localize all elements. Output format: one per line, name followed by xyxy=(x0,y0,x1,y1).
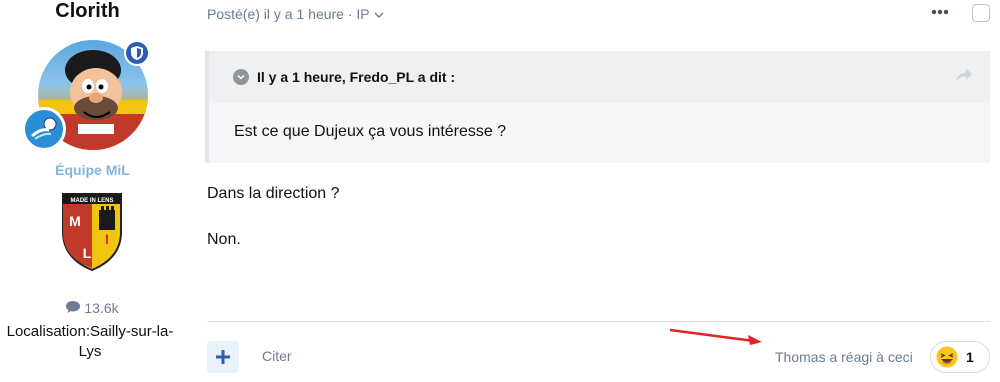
plus-icon xyxy=(216,350,230,364)
post-count-value: 13.6k xyxy=(84,300,119,316)
author-name[interactable]: Clorith xyxy=(0,0,175,23)
svg-text:I: I xyxy=(105,231,109,247)
svg-text:L: L xyxy=(83,245,92,261)
group-name[interactable]: Équipe MiL xyxy=(0,162,185,178)
author-panel: Clorith Équipe MiL MADE IN LENS M I L 13… xyxy=(0,0,200,382)
football-icon xyxy=(22,107,66,151)
post-paragraph: Dans la direction ? xyxy=(207,185,340,202)
author-location: Localisation:Sailly-sur-la-Lys xyxy=(6,323,174,360)
quote-header[interactable]: Il y a 1 heure, Fredo_PL a dit : xyxy=(209,51,990,103)
quote-text: Est ce que Dujeux ça vous intéresse ? xyxy=(234,123,507,140)
comment-icon xyxy=(66,300,81,316)
more-icon[interactable] xyxy=(928,2,952,22)
reaction-count: 1 xyxy=(966,349,974,365)
chevron-down-icon[interactable] xyxy=(233,69,249,85)
annotation-arrow xyxy=(669,328,762,345)
team-logo: MADE IN LENS M I L xyxy=(61,192,123,272)
chevron-down-icon xyxy=(374,6,384,22)
share-icon[interactable] xyxy=(956,68,972,87)
multiquote-button[interactable] xyxy=(207,341,239,373)
quote-button[interactable]: Citer xyxy=(262,348,292,364)
select-post-checkbox[interactable] xyxy=(972,4,990,22)
laughing-emoji-icon xyxy=(936,346,958,368)
quote-block: Il y a 1 heure, Fredo_PL a dit : Est ce … xyxy=(205,51,990,163)
shield-icon xyxy=(124,40,150,66)
svg-text:MADE IN LENS: MADE IN LENS xyxy=(70,198,113,204)
reaction-button[interactable]: 1 xyxy=(930,341,990,373)
reactions-text[interactable]: Thomas a réagi à ceci xyxy=(775,349,913,365)
divider xyxy=(207,321,990,322)
post-meta-text: Posté(e) il y a 1 heure · IP xyxy=(207,6,370,22)
quote-title: Il y a 1 heure, Fredo_PL a dit : xyxy=(257,69,456,85)
post-count: 13.6k xyxy=(0,300,185,316)
post-paragraph: Non. xyxy=(207,231,241,248)
post-meta[interactable]: Posté(e) il y a 1 heure · IP xyxy=(207,6,384,22)
svg-text:M: M xyxy=(69,213,81,229)
